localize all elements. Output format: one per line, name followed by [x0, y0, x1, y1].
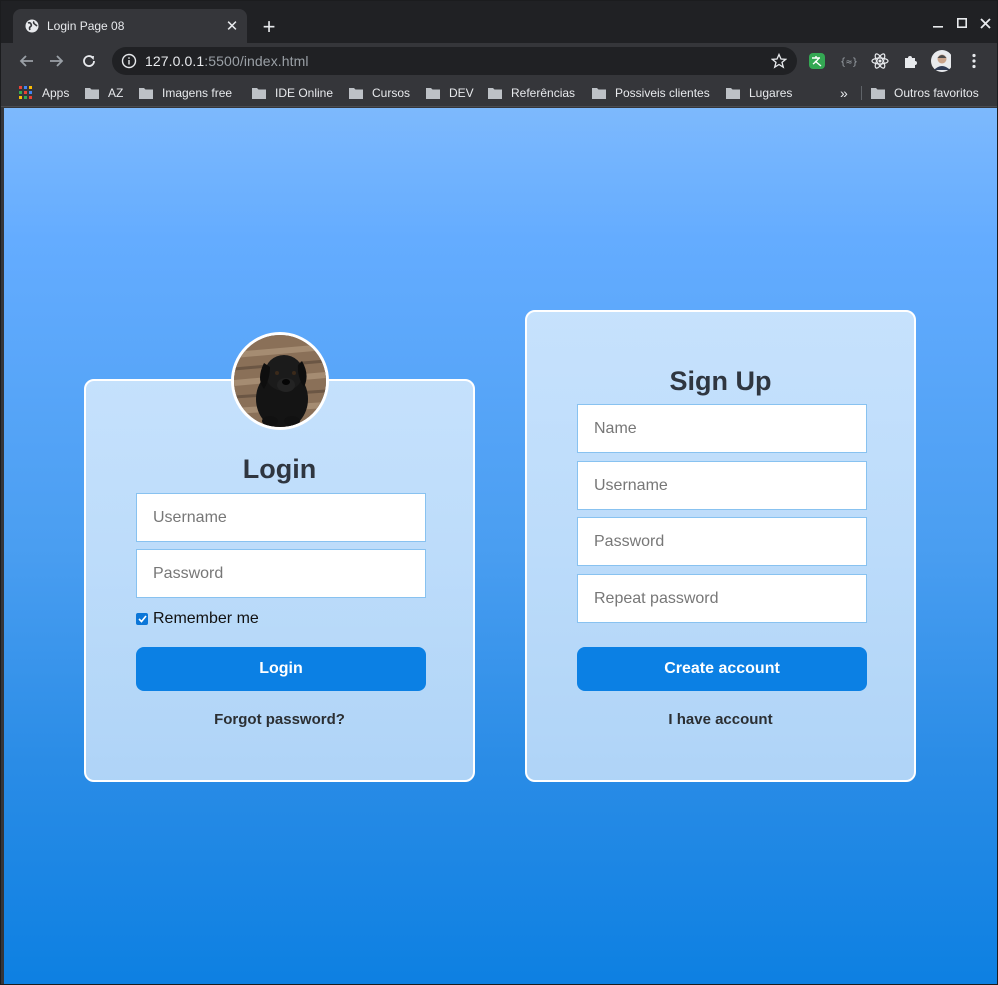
bookmark-label: DEV [449, 86, 474, 100]
maximize-icon[interactable] [951, 11, 973, 35]
folder-icon [85, 87, 99, 99]
extensions-puzzle-icon[interactable] [901, 51, 921, 71]
signup-repeat-password-input[interactable] [577, 574, 867, 623]
folder-icon [592, 87, 606, 99]
apps-grid-icon [19, 86, 33, 100]
extension-json-icon[interactable]: {≈} [838, 51, 858, 71]
login-password-input[interactable] [136, 549, 426, 598]
login-title: Login [242, 454, 317, 484]
tab-strip: Login Page 08 ✕ + [1, 1, 997, 43]
signup-card: Sign Up Create account I have account [525, 310, 916, 782]
bookmark-folder-lugares[interactable]: Lugares [726, 84, 792, 102]
remember-checkbox[interactable] [136, 613, 148, 625]
create-account-button[interactable]: Create account [577, 647, 867, 691]
extension-react-icon[interactable] [870, 51, 890, 71]
avatar [231, 332, 329, 430]
folder-icon [488, 87, 502, 99]
signup-password-input[interactable] [577, 517, 867, 566]
folder-icon [349, 87, 363, 99]
folder-icon [426, 87, 440, 99]
bookmark-label: IDE Online [275, 86, 334, 100]
folder-icon [871, 87, 885, 99]
bookmark-folder-outros-favoritos[interactable]: Outros favoritos [871, 84, 979, 102]
bookmark-label: Cursos [372, 86, 411, 100]
bookmark-folder-imagens-free[interactable]: Imagens free [139, 84, 232, 102]
login-username-input[interactable] [136, 493, 426, 542]
signup-username-input[interactable] [577, 461, 867, 510]
address-bar[interactable]: 127.0.0.1:5500/index.html [112, 47, 797, 75]
bookmark-label: Referências [511, 86, 576, 100]
reload-icon[interactable] [76, 48, 102, 74]
login-card: Login Remember me Login Forgot password? [84, 379, 475, 782]
menu-kebab-icon[interactable] [964, 51, 984, 71]
extension-translate-icon[interactable] [807, 51, 827, 71]
bookmark-folder-az[interactable]: AZ [85, 84, 123, 102]
have-account-link[interactable]: I have account [527, 711, 914, 728]
profile-avatar[interactable] [931, 50, 951, 72]
url-text: 127.0.0.1:5500/index.html [145, 53, 309, 69]
folder-icon [252, 87, 266, 99]
bookmark-folder-dev[interactable]: DEV [426, 84, 474, 102]
folder-icon [726, 87, 740, 99]
bookmark-label: Imagens free [162, 86, 233, 100]
login-button[interactable]: Login [136, 647, 426, 691]
bookmark-folder-referencias[interactable]: Referências [488, 84, 575, 102]
forgot-password-link[interactable]: Forgot password? [86, 711, 473, 728]
browser-window: Login Page 08 ✕ + 127.0.0.1:5500/index.h… [0, 0, 998, 985]
more-bookmarks-chevron-icon[interactable]: » [840, 84, 848, 102]
minimize-icon[interactable] [927, 11, 949, 35]
browser-toolbar: 127.0.0.1:5500/index.html {≈} [1, 43, 997, 79]
folder-icon [139, 87, 153, 99]
forward-arrow-icon[interactable] [44, 48, 70, 74]
site-info-icon[interactable] [121, 53, 137, 69]
bookmark-apps[interactable]: Apps [19, 84, 69, 102]
back-arrow-icon[interactable] [13, 48, 39, 74]
bookmark-label: Outros favoritos [894, 86, 979, 100]
bookmark-folder-cursos[interactable]: Cursos [349, 84, 410, 102]
url-path: :5500/index.html [204, 53, 309, 69]
bookmark-folder-possiveis-clientes[interactable]: Possiveis clientes [592, 84, 710, 102]
bookmark-label: Apps [42, 86, 70, 100]
bookmark-folder-ide-online[interactable]: IDE Online [252, 84, 333, 102]
bookmark-star-icon[interactable] [771, 53, 787, 69]
signup-name-input[interactable] [577, 404, 867, 453]
page-viewport: Login Remember me Login Forgot password? [4, 108, 997, 984]
browser-tab[interactable]: Login Page 08 ✕ [13, 9, 247, 43]
svg-text:{≈}: {≈} [840, 57, 857, 68]
close-window-icon[interactable] [974, 11, 996, 35]
bookmark-label: AZ [108, 86, 124, 100]
black-dog-photo [234, 335, 326, 427]
remember-me[interactable]: Remember me [136, 610, 259, 628]
bookmarks-bar: Apps AZ Imagens free IDE Online Cursos D… [1, 79, 997, 107]
bookmarks-divider [861, 86, 862, 100]
remember-label: Remember me [153, 610, 259, 627]
signup-title: Sign Up [669, 366, 772, 396]
url-host: 127.0.0.1 [145, 53, 205, 69]
tab-title: Login Page 08 [47, 19, 125, 33]
tab-close-icon[interactable]: ✕ [219, 13, 245, 39]
new-tab-button[interactable]: + [256, 14, 282, 40]
bookmark-label: Possiveis clientes [615, 86, 710, 100]
globe-icon [25, 19, 39, 33]
bookmark-label: Lugares [749, 86, 793, 100]
